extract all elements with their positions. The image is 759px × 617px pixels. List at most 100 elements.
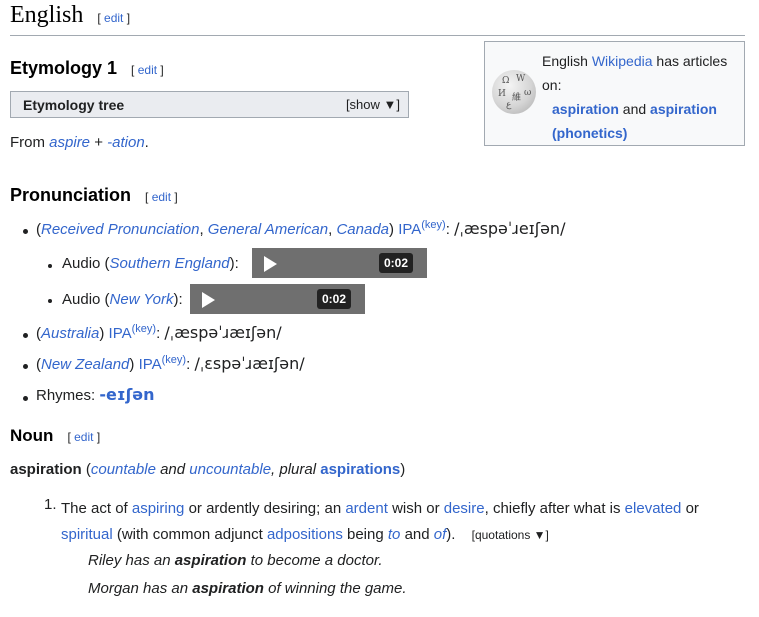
edit-link-label[interactable]: edit [138,63,157,77]
list-bullet [23,229,28,234]
link-australia[interactable]: Australia [41,325,99,342]
edit-bracket: [ [131,63,135,77]
audio-label-end: ): [229,255,239,272]
colon: : [445,221,450,238]
noun-title: Noun [10,426,54,445]
edit-section-link[interactable]: [ edit ] [145,190,178,204]
link-elevated[interactable]: elevated [625,500,682,517]
edit-section-link[interactable]: [ edit ] [67,430,100,444]
colon: : [156,325,161,342]
pron-rp-line: (Received Pronunciation, General America… [36,219,565,238]
wikipedia-article-aspiration[interactable]: aspiration [552,101,619,117]
example-text: Morgan has an [88,580,189,597]
wikipedia-article-aspiration-phonetics[interactable]: aspiration [650,101,717,117]
audio-label-end: ): [173,291,183,308]
paren: ) [129,356,135,373]
link-general-american[interactable]: General American [208,221,328,238]
edit-bracket: ] [96,430,101,444]
example-text: Riley has an [88,552,171,569]
etymology-from: From [10,134,45,151]
audio-player-new-york[interactable]: 0:02 [190,284,365,314]
headword: aspiration [10,461,82,478]
link-ipa-key[interactable]: (key) [162,354,186,366]
def-text: ). [446,526,456,543]
play-icon[interactable] [264,256,277,272]
comma: , [328,221,333,238]
link-aspire[interactable]: aspire [49,134,90,151]
link-ipa-key[interactable]: (key) [421,219,445,231]
link-aspiring[interactable]: aspiring [132,500,185,517]
edit-link-label[interactable]: edit [74,430,93,444]
link-ipa[interactable]: IPA [139,356,162,373]
comma: , [199,221,204,238]
def-text: , chiefly after what is [484,500,621,517]
sense-number: 1. [44,496,57,513]
link-ipa-key[interactable]: (key) [132,323,156,335]
edit-bracket: ] [160,63,164,77]
link-new-zealand[interactable]: New Zealand [41,356,129,373]
link-ation[interactable]: -ation [107,134,145,151]
pronunciation-heading: Pronunciation [ edit ] [10,185,178,206]
etymology-tree-box[interactable]: Etymology tree [show ▼] [10,91,409,118]
link-countable[interactable]: countable [91,461,156,478]
link-spiritual[interactable]: spiritual [61,526,113,543]
def-text: being [347,526,384,543]
pron-nz-line: (New Zealand) IPA(key): /ˌɛspəˈɹæɪʃən/ [36,354,305,373]
wikipedia-box-text-on: on: [542,77,562,93]
audio-label-new-york: Audio (New York): [62,291,183,308]
colon: : [186,356,191,373]
edit-section-link[interactable]: [ edit ] [131,63,164,77]
link-to[interactable]: to [388,526,401,543]
rhymes-label: Rhymes: [36,387,96,404]
list-bullet [23,364,28,369]
link-adpositions[interactable]: adpositions [267,526,343,543]
paren: ) [389,221,395,238]
link-ipa[interactable]: IPA [109,325,132,342]
wikipedia-box-text-a: English [542,53,588,69]
edit-section-link[interactable]: [ edit ] [97,11,130,25]
audio-label: Audio ( [62,291,110,308]
quotations-toggle[interactable]: [quotations ▼] [472,528,549,542]
rhymes-link[interactable]: -eɪʃən [99,385,154,404]
and-text: and [160,461,186,478]
edit-link-label[interactable]: edit [152,190,171,204]
list-bullet [48,299,52,303]
example-headword: aspiration [192,580,264,597]
wikipedia-sister-box: ΩW И維 ωع English Wikipedia has articles … [484,41,745,146]
wikipedia-link[interactable]: Wikipedia [592,53,653,69]
audio-duration: 0:02 [378,253,413,273]
pron-au-line: (Australia) IPA(key): /ˌæspəˈɹæɪʃən/ [36,323,282,342]
link-ipa[interactable]: IPA [398,221,421,238]
link-of[interactable]: of [434,526,447,543]
wikipedia-box-text: English Wikipedia has articles on: aspir… [542,49,738,145]
link-new-york[interactable]: New York [110,291,174,308]
def-text: or ardently desiring; an [188,500,342,517]
link-desire[interactable]: desire [444,500,485,517]
etymology-tree-toggle[interactable]: [show ▼] [346,97,400,112]
link-plural-aspirations[interactable]: aspirations [320,461,400,478]
example-headword: aspiration [174,552,247,569]
edit-link-label[interactable]: edit [104,11,123,25]
def-text: wish or [392,500,440,517]
link-received-pronunciation[interactable]: Received Pronunciation [41,221,199,238]
language-heading: English [ edit ] [10,2,130,29]
audio-player-southern-england[interactable]: 0:02 [252,248,427,278]
etymology-tree-title: Etymology tree [23,97,125,113]
ipa-transcription: /ˌɛspəˈɹæɪʃən/ [194,354,305,373]
usage-example: Morgan has an aspiration of winning the … [88,580,407,597]
link-uncountable[interactable]: uncountable [189,461,271,478]
rhymes-line: Rhymes: -eɪʃən [36,385,154,404]
ipa-transcription: /ˌæspəˈɹeɪʃən/ [454,219,566,238]
play-icon[interactable] [202,292,215,308]
language-title: English [10,2,84,28]
wikipedia-article-phonetics-suffix[interactable]: (phonetics) [552,125,627,141]
def-text: (with common adjunct [116,526,263,543]
ipa-transcription: /ˌæspəˈɹæɪʃən/ [164,323,282,342]
link-southern-england[interactable]: Southern England [110,255,230,272]
link-ardent[interactable]: ardent [345,500,388,517]
audio-label: Audio ( [62,255,110,272]
link-canada[interactable]: Canada [336,221,389,238]
wikipedia-box-and: and [622,101,647,117]
pronunciation-title: Pronunciation [10,185,131,205]
example-text: to become a doctor. [250,552,383,569]
